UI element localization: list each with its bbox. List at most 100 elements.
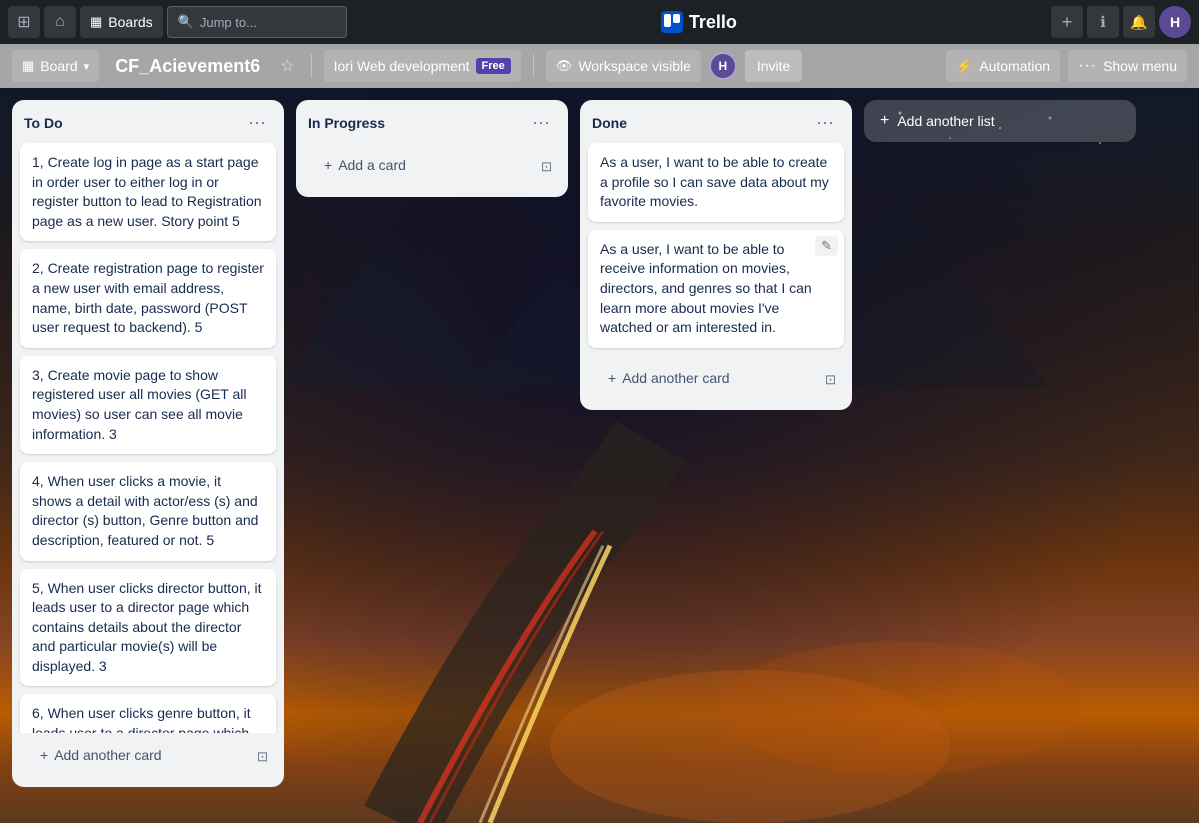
board-view-button[interactable]: ▦ Board ▾: [12, 50, 99, 82]
template-icon: ⊡: [257, 749, 268, 764]
separator: [311, 54, 312, 78]
list-todo: To Do ··· 1, Create log in page as a sta…: [12, 100, 284, 787]
template-icon-2: ⊡: [541, 159, 552, 174]
bell-icon: 🔔: [1130, 14, 1147, 31]
done-add-icon: +: [608, 370, 616, 386]
home-icon: ⌂: [55, 13, 65, 31]
done-template-button[interactable]: ⊡: [817, 364, 844, 396]
add-list-icon: +: [880, 112, 889, 130]
search-bar[interactable]: 🔍 Jump to...: [167, 6, 347, 38]
card-text: 2, Create registration page to register …: [32, 260, 264, 335]
top-nav-right: + ℹ 🔔 H: [1051, 6, 1191, 38]
todo-card-6[interactable]: 6, When user clicks genre button, it lea…: [20, 694, 276, 733]
member-avatar[interactable]: H: [709, 52, 737, 80]
todo-add-icon: +: [40, 747, 48, 763]
card-text: 4, When user clicks a movie, it shows a …: [32, 473, 258, 548]
todo-add-card-row: + Add another card ⊡: [12, 733, 284, 787]
list-todo-cards: 1, Create log in page as a start page in…: [12, 143, 284, 733]
todo-card-4[interactable]: 4, When user clicks a movie, it shows a …: [20, 462, 276, 560]
plus-icon: +: [1062, 12, 1073, 33]
card-text: 1, Create log in page as a start page in…: [32, 154, 262, 229]
todo-card-2[interactable]: 2, Create registration page to register …: [20, 249, 276, 347]
grid-icon-button[interactable]: ⊞: [8, 6, 40, 38]
board-title[interactable]: CF_Acievement6: [107, 56, 268, 77]
show-menu-button[interactable]: ··· Show menu: [1068, 50, 1187, 82]
list-inprogress-header: In Progress ···: [296, 100, 568, 143]
automation-button[interactable]: ⚡ Automation: [946, 50, 1060, 82]
workspace-visible-button[interactable]: 👁 Workspace visible: [546, 50, 701, 82]
trello-logo: Trello: [351, 11, 1047, 33]
board-navigation: ▦ Board ▾ CF_Acievement6 ☆ Iori Web deve…: [0, 44, 1199, 88]
separator-2: [533, 54, 534, 78]
card-text: 6, When user clicks genre button, it lea…: [32, 705, 258, 733]
list-inprogress-menu-button[interactable]: ···: [526, 110, 556, 135]
list-inprogress-title: In Progress: [308, 115, 385, 131]
todo-template-button[interactable]: ⊡: [249, 741, 276, 773]
done-add-label: Add another card: [622, 370, 729, 386]
board-label: Board: [40, 58, 77, 74]
todo-add-label: Add another card: [54, 747, 161, 763]
inprogress-add-icon: +: [324, 157, 332, 173]
project-button[interactable]: Iori Web development Free: [324, 50, 521, 82]
list-done-cards: As a user, I want to be able to create a…: [580, 143, 852, 356]
board-dropdown-icon: ▾: [84, 60, 90, 73]
board-content: To Do ··· 1, Create log in page as a sta…: [0, 88, 1199, 823]
project-badge: Free: [476, 58, 511, 74]
grid-icon: ⊞: [17, 12, 30, 32]
lists-area: To Do ··· 1, Create log in page as a sta…: [0, 88, 1199, 823]
boards-button[interactable]: ▦ Boards: [80, 6, 163, 38]
add-button[interactable]: +: [1051, 6, 1083, 38]
board-icon: ▦: [22, 58, 34, 74]
done-card-1[interactable]: As a user, I want to be able to create a…: [588, 143, 844, 222]
list-todo-header: To Do ···: [12, 100, 284, 143]
show-menu-icon: ···: [1078, 57, 1097, 75]
search-icon: 🔍: [178, 14, 194, 30]
list-done: Done ··· As a user, I want to be able to…: [580, 100, 852, 410]
inprogress-add-card-button[interactable]: + Add a card: [312, 149, 418, 181]
list-inprogress: In Progress ··· + Add a card ⊡: [296, 100, 568, 197]
todo-card-3[interactable]: 3, Create movie page to show registered …: [20, 356, 276, 454]
list-todo-menu-button[interactable]: ···: [242, 110, 272, 135]
template-icon-3: ⊡: [825, 372, 836, 387]
list-done-header: Done ···: [580, 100, 852, 143]
todo-card-5[interactable]: 5, When user clicks director button, it …: [20, 569, 276, 687]
workspace-label: Workspace visible: [578, 58, 691, 74]
inprogress-add-card-row: + Add a card ⊡: [296, 143, 568, 197]
done-card-2[interactable]: As a user, I want to be able to receive …: [588, 230, 844, 348]
workspace-icon: 👁: [556, 58, 573, 74]
list-done-title: Done: [592, 115, 627, 131]
card-text: As a user, I want to be able to receive …: [600, 241, 812, 335]
inprogress-template-button[interactable]: ⊡: [533, 151, 560, 183]
info-button[interactable]: ℹ: [1087, 6, 1119, 38]
star-icon: ☆: [280, 58, 294, 75]
todo-card-1[interactable]: 1, Create log in page as a start page in…: [20, 143, 276, 241]
user-avatar[interactable]: H: [1159, 6, 1191, 38]
done-add-card-row: + Add another card ⊡: [580, 356, 852, 410]
card-text: 3, Create movie page to show registered …: [32, 367, 246, 442]
member-initials: H: [719, 59, 728, 73]
top-navigation: ⊞ ⌂ ▦ Boards 🔍 Jump to... Trello + ℹ 🔔 H: [0, 0, 1199, 44]
card-edit-button[interactable]: ✎: [815, 236, 838, 256]
project-label: Iori Web development: [334, 58, 470, 74]
show-menu-label: Show menu: [1103, 58, 1177, 74]
add-list-button[interactable]: + Add another list: [864, 100, 1136, 142]
automation-icon: ⚡: [956, 58, 973, 75]
logo-text: Trello: [661, 11, 737, 33]
done-add-card-button[interactable]: + Add another card: [596, 362, 742, 394]
home-button[interactable]: ⌂: [44, 6, 76, 38]
card-text: 5, When user clicks director button, it …: [32, 580, 262, 674]
edit-icon: ✎: [821, 238, 832, 253]
notifications-button[interactable]: 🔔: [1123, 6, 1155, 38]
boards-label: Boards: [108, 14, 152, 30]
boards-icon: ▦: [90, 14, 102, 30]
list-todo-title: To Do: [24, 115, 63, 131]
inprogress-add-label: Add a card: [338, 157, 406, 173]
avatar-initials: H: [1170, 14, 1180, 30]
card-text: As a user, I want to be able to create a…: [600, 154, 829, 209]
invite-button[interactable]: Invite: [745, 50, 802, 82]
list-done-menu-button[interactable]: ···: [810, 110, 840, 135]
star-button[interactable]: ☆: [276, 52, 298, 80]
add-list-label: Add another list: [897, 113, 994, 129]
todo-add-card-button[interactable]: + Add another card: [28, 739, 174, 771]
automation-label: Automation: [979, 58, 1050, 74]
